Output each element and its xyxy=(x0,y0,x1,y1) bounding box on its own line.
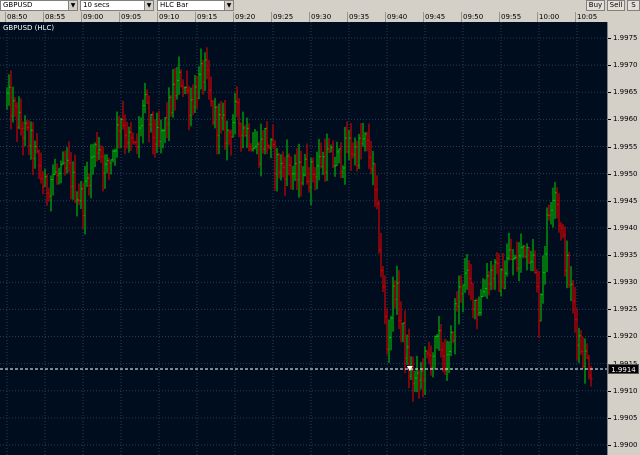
time-tick-label: 09:55 xyxy=(501,13,522,21)
interval-select[interactable]: 10 secs ▼ xyxy=(80,0,154,11)
chevron-down-icon[interactable]: ▼ xyxy=(224,1,233,10)
chevron-down-icon[interactable]: ▼ xyxy=(68,1,77,10)
price-tick-label: 1.9945 xyxy=(613,197,638,205)
chart-title: GBPUSD (HLC) xyxy=(3,24,55,32)
price-tick-label: 1.9970 xyxy=(613,61,638,69)
price-tick-label: 1.9975 xyxy=(613,34,638,42)
price-tick-mark xyxy=(608,228,611,229)
time-tick-label: 09:40 xyxy=(387,13,408,21)
interval-value: 10 secs xyxy=(83,1,110,9)
price-tick-mark xyxy=(608,282,611,283)
price-tick-mark xyxy=(608,309,611,310)
price-tick-mark xyxy=(608,336,611,337)
price-tick-label: 1.9950 xyxy=(613,170,638,178)
extra-button[interactable]: S xyxy=(627,0,640,11)
time-tick-label: 08:55 xyxy=(45,13,66,21)
time-tick-label: 09:50 xyxy=(463,13,484,21)
time-separator xyxy=(537,12,538,22)
price-tick-label: 1.9940 xyxy=(613,224,638,232)
time-separator xyxy=(385,12,386,22)
time-separator xyxy=(157,12,158,22)
price-tick-label: 1.9960 xyxy=(613,115,638,123)
price-tick-mark xyxy=(608,38,611,39)
time-tick-label: 09:05 xyxy=(121,13,142,21)
time-separator xyxy=(271,12,272,22)
price-tick-label: 1.9910 xyxy=(613,387,638,395)
time-separator xyxy=(195,12,196,22)
price-tick-mark xyxy=(608,174,611,175)
price-tick-label: 1.9925 xyxy=(613,305,638,313)
last-price-badge: 1.9914 xyxy=(608,364,639,374)
time-separator xyxy=(461,12,462,22)
time-separator xyxy=(43,12,44,22)
buy-button[interactable]: Buy xyxy=(586,0,605,11)
price-tick-mark xyxy=(608,92,611,93)
price-tick-mark xyxy=(608,391,611,392)
time-separator xyxy=(81,12,82,22)
symbol-value: GBPUSD xyxy=(3,1,33,9)
price-tick-mark xyxy=(608,418,611,419)
price-tick-label: 1.9965 xyxy=(613,88,638,96)
time-separator xyxy=(5,12,6,22)
time-separator xyxy=(119,12,120,22)
chart-type-select[interactable]: HLC Bar ▼ xyxy=(157,0,234,11)
time-tick-label: 09:10 xyxy=(159,13,180,21)
symbol-select[interactable]: GBPUSD ▼ xyxy=(0,0,78,11)
price-tick-label: 1.9930 xyxy=(613,278,638,286)
price-tick-mark xyxy=(608,147,611,148)
time-separator xyxy=(233,12,234,22)
price-tick-label: 1.9955 xyxy=(613,143,638,151)
chart-area[interactable] xyxy=(0,22,607,455)
price-tick-label: 1.9905 xyxy=(613,414,638,422)
price-axis: 1.9975 1.9970 1.9965 1.9960 1.9955 1.9950 1.99… xyxy=(607,22,640,455)
time-separator xyxy=(423,12,424,22)
price-chart xyxy=(0,22,607,455)
time-tick-label: 09:30 xyxy=(311,13,332,21)
time-tick-label: 09:00 xyxy=(83,13,104,21)
time-separator xyxy=(575,12,576,22)
price-tick-label: 1.9900 xyxy=(613,441,638,449)
time-tick-label: 10:00 xyxy=(539,13,560,21)
time-tick-label: 08:50 xyxy=(7,13,28,21)
price-tick-mark xyxy=(608,119,611,120)
price-tick-mark xyxy=(608,201,611,202)
sell-button[interactable]: Sell xyxy=(607,0,625,11)
time-separator xyxy=(499,12,500,22)
time-separator xyxy=(309,12,310,22)
time-tick-label: 09:15 xyxy=(197,13,218,21)
price-tick-mark xyxy=(608,255,611,256)
price-tick-mark xyxy=(608,445,611,446)
time-tick-label: 09:45 xyxy=(425,13,446,21)
price-tick-mark xyxy=(608,65,611,66)
price-tick-label: 1.9935 xyxy=(613,251,638,259)
chart-type-value: HLC Bar xyxy=(160,1,189,9)
time-separator xyxy=(347,12,348,22)
chevron-down-icon[interactable]: ▼ xyxy=(144,1,153,10)
time-tick-label: 09:25 xyxy=(273,13,294,21)
time-tick-label: 10:05 xyxy=(577,13,598,21)
time-tick-label: 09:20 xyxy=(235,13,256,21)
time-tick-label: 09:35 xyxy=(349,13,370,21)
price-tick-label: 1.9920 xyxy=(613,332,638,340)
